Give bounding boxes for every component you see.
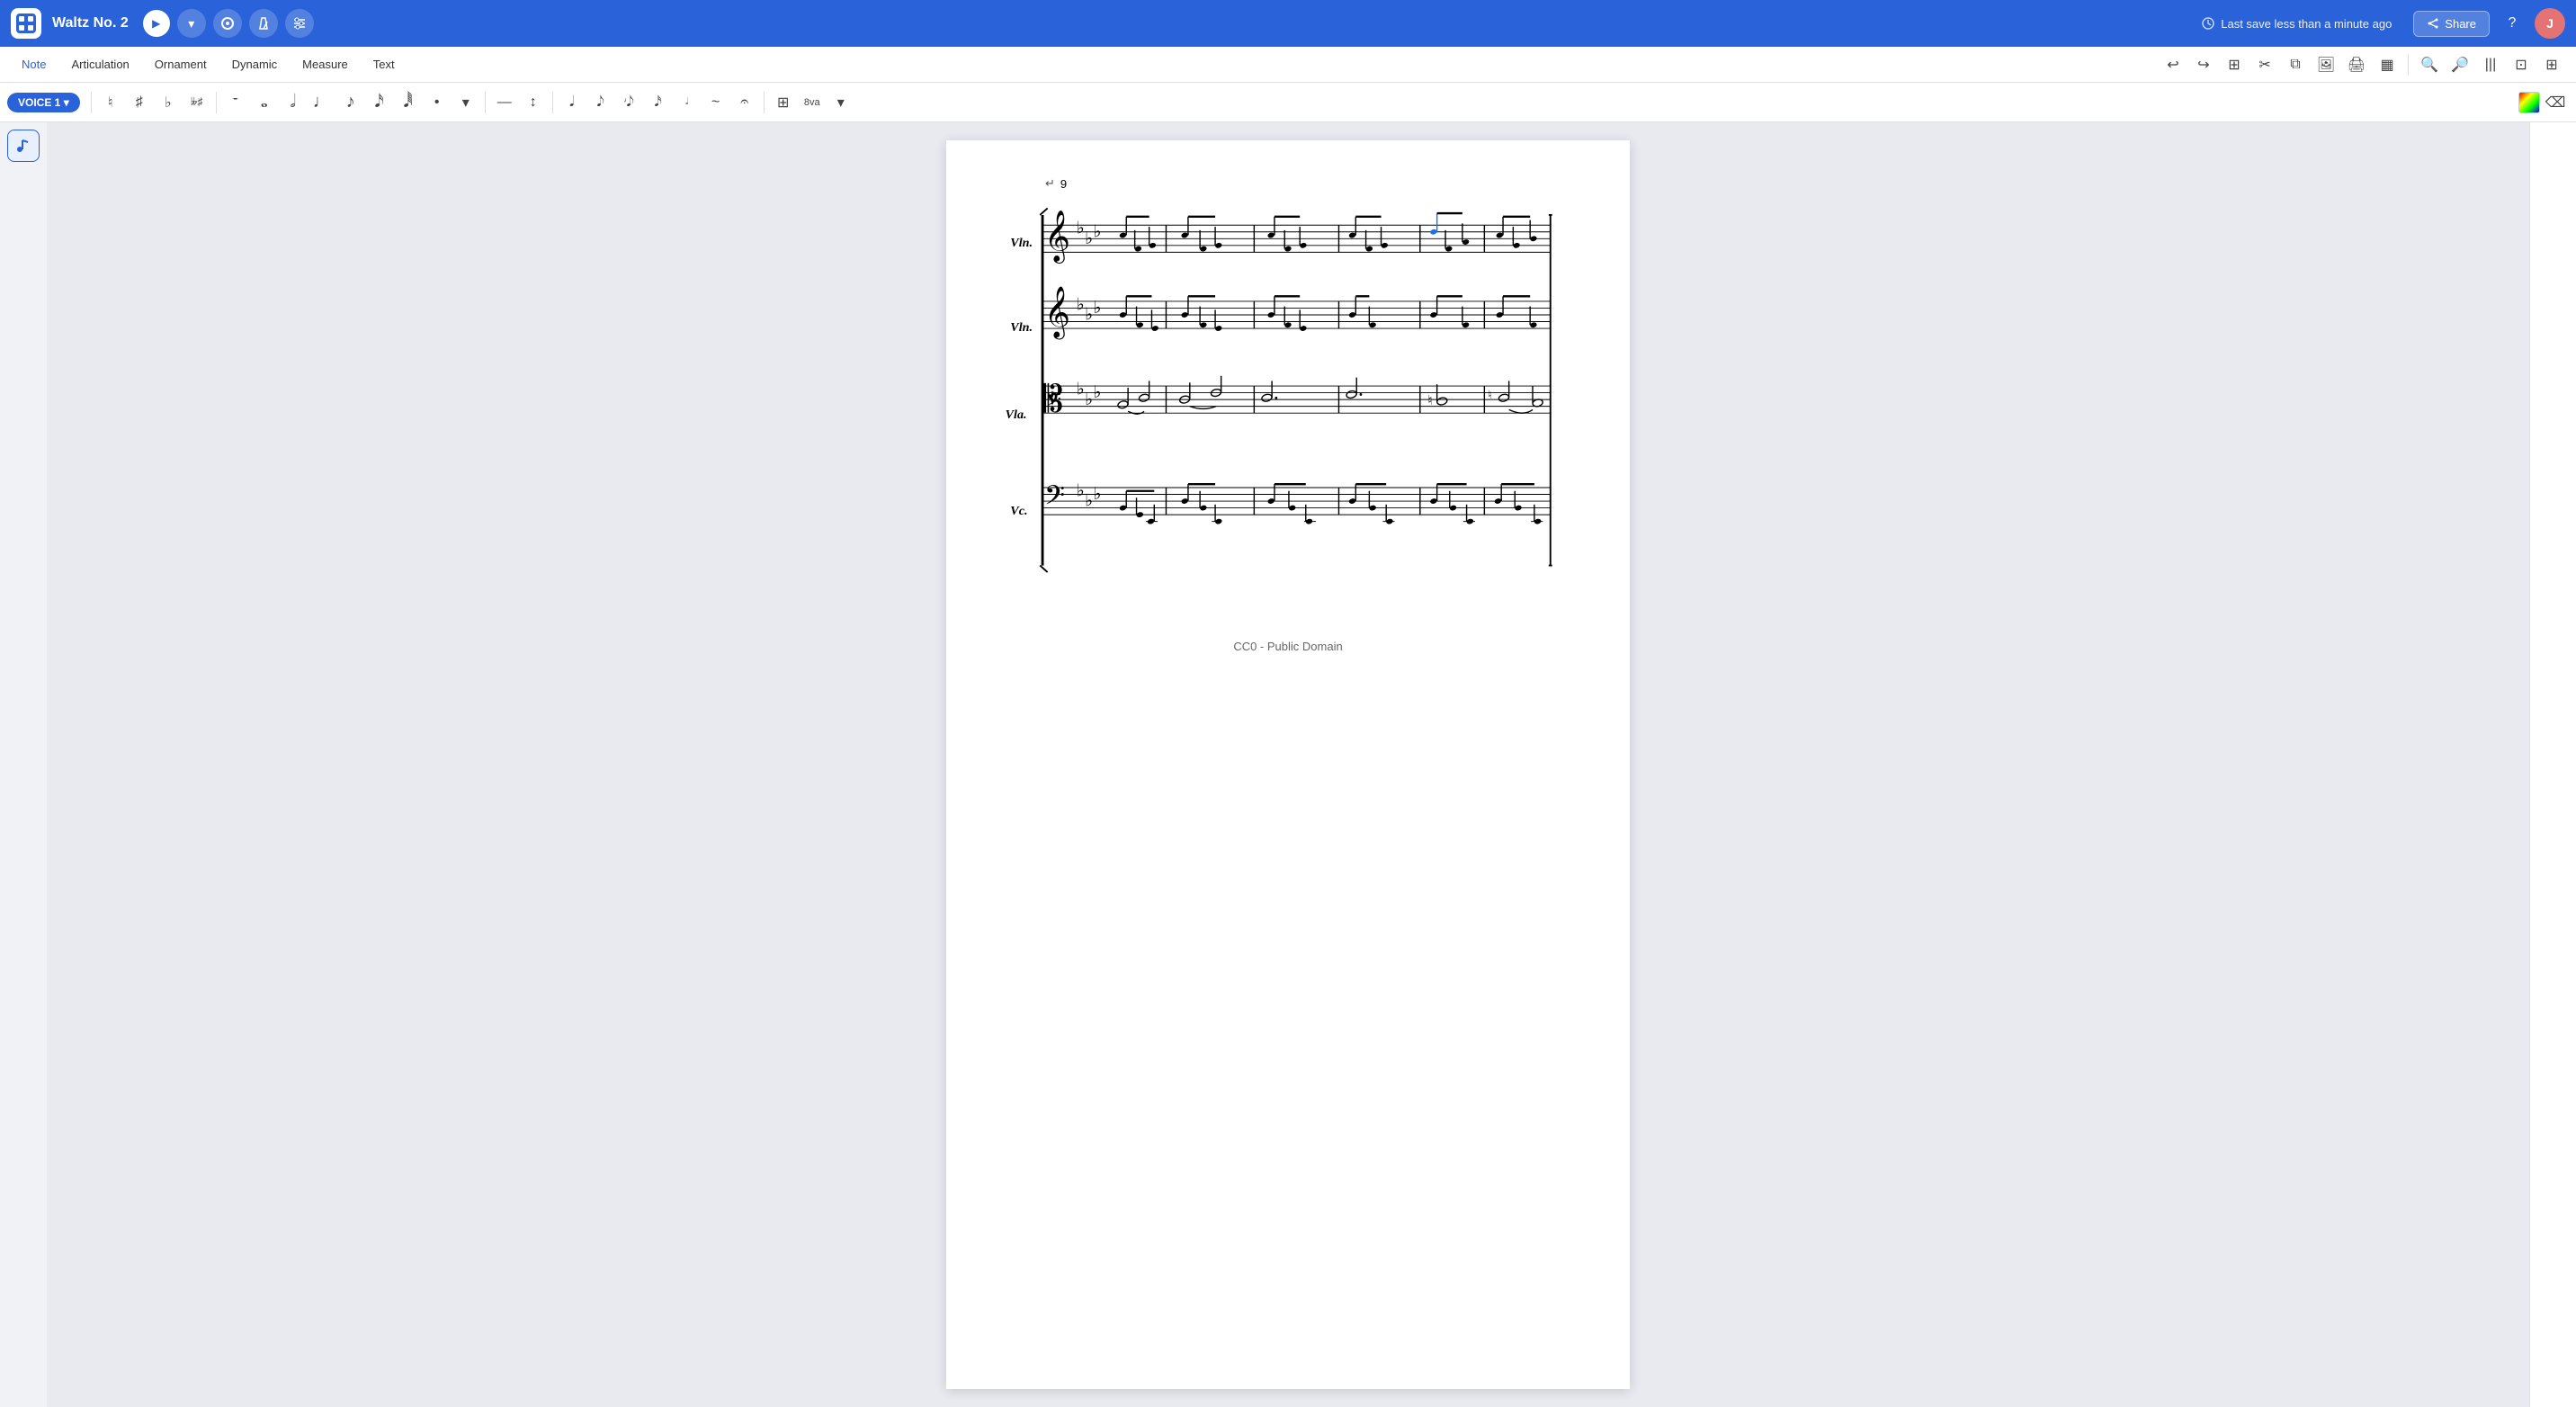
half-note-btn[interactable]: 𝅗𝅥 [280, 89, 307, 116]
bass-clef: 𝄢 [1044, 480, 1065, 516]
svg-text:♭: ♭ [1085, 390, 1093, 409]
menu-measure[interactable]: Measure [291, 52, 359, 76]
right-panel [2529, 122, 2576, 1407]
natural-btn[interactable]: ♮ [97, 89, 124, 116]
table-button[interactable]: ▦ [2374, 51, 2401, 78]
flat-btn[interactable]: ♭ [155, 89, 182, 116]
note-input-btn[interactable] [7, 130, 40, 162]
image-button[interactable]: 🖼 [2312, 51, 2339, 78]
main-content: ↵ 9 Vln. 𝄞 ♭ ♭ ♭ [47, 122, 2529, 1407]
svg-text:♭: ♭ [1085, 229, 1093, 248]
svg-text:♭: ♭ [1077, 481, 1085, 500]
svg-text:♮: ♮ [1488, 388, 1492, 401]
sep2 [216, 92, 217, 113]
thirty-second-note-btn[interactable]: 𝅘𝅥𝅱 [395, 89, 422, 116]
layout-tool-btn[interactable]: ⊞ [770, 89, 797, 116]
measure-number: 9 [1060, 177, 1067, 191]
treble-clef-2: 𝄞 [1044, 287, 1070, 339]
arpeggio-btn[interactable]: 𝆞𝅘𝅥𝅮 [616, 89, 643, 116]
menu-text[interactable]: Text [362, 52, 406, 76]
articulation-mark-btn[interactable]: — [491, 89, 518, 116]
undo-button[interactable]: ↩ [2160, 51, 2187, 78]
vc-label: Vc. [1010, 504, 1027, 518]
quarter-note-btn[interactable]: ♩ [309, 89, 335, 116]
sep4 [552, 92, 553, 113]
scissors-button[interactable]: ✂ [2251, 51, 2278, 78]
copy-button[interactable]: ⧉ [2282, 51, 2309, 78]
whole-note-btn[interactable]: 𝅝 [251, 89, 278, 116]
menu-note[interactable]: Note [11, 52, 57, 76]
svg-text:♭: ♭ [1077, 380, 1085, 399]
svg-text:♮: ♮ [1427, 394, 1432, 408]
svg-text:♭: ♭ [1094, 299, 1102, 318]
zoom-in-button[interactable]: 🔎 [2446, 51, 2473, 78]
layout-button[interactable]: ⊡ [2508, 51, 2535, 78]
user-avatar[interactable]: J [2535, 8, 2565, 39]
document-title[interactable]: Waltz No. 2 [52, 15, 129, 31]
sixteenth-note-btn[interactable]: 𝅘𝅥𝅯 [366, 89, 393, 116]
mixer-button[interactable] [285, 9, 314, 38]
octave-btn[interactable]: 8va [799, 89, 826, 116]
menu-ornament[interactable]: Ornament [144, 52, 218, 76]
treble-clef-1: 𝄞 [1044, 211, 1070, 263]
barlines-button[interactable]: ||| [2477, 51, 2504, 78]
grace-note-btn[interactable]: 𝅗𝅥 [674, 89, 701, 116]
octave-dropdown-btn[interactable]: ▾ [827, 89, 854, 116]
separator [2408, 54, 2409, 76]
copyright-text: CC0 - Public Domain [1000, 640, 1576, 653]
vla-label: Vla. [1006, 408, 1027, 422]
zoom-out-button[interactable]: 🔍 [2416, 51, 2443, 78]
voice-selector[interactable]: VOICE 1 ▾ [7, 93, 80, 112]
metronome-button[interactable] [249, 9, 278, 38]
chord-btn[interactable]: 𝅘𝅥𝅮 [587, 89, 614, 116]
menu-dynamic[interactable]: Dynamic [221, 52, 289, 76]
sep5 [764, 92, 765, 113]
sharp-btn[interactable]: ♯ [126, 89, 153, 116]
key-sig-1: ♭ [1077, 220, 1085, 238]
mordent-btn[interactable]: ~ [702, 89, 729, 116]
share-button[interactable]: Share [2413, 11, 2490, 37]
loop-button[interactable] [213, 9, 242, 38]
sep3 [485, 92, 486, 113]
svg-text:♭: ♭ [1094, 222, 1102, 241]
svg-text:♭: ♭ [1085, 492, 1093, 511]
dropdown-arrow-button[interactable]: ▾ [177, 9, 206, 38]
score-notation[interactable]: Vln. 𝄞 ♭ ♭ ♭ [1000, 200, 1576, 581]
fermata-btn[interactable]: 𝄐 [731, 89, 758, 116]
note-toolbar: VOICE 1 ▾ ♮ ♯ ♭ 𝄫♯ 𝄻 𝅝 𝅗𝅥 ♩ ♪ 𝅘𝅥𝅯 𝅘𝅥𝅱 • … [0, 83, 2576, 122]
whole-rest-btn[interactable]: 𝄻 [222, 89, 249, 116]
vln1-label: Vln. [1010, 236, 1033, 250]
expand-button[interactable]: ⊞ [2221, 51, 2248, 78]
menubar: Note Articulation Ornament Dynamic Measu… [0, 47, 2576, 83]
svg-text:𝄢: 𝄢 [1046, 389, 1061, 415]
dot-dropdown-btn[interactable]: ▾ [452, 89, 479, 116]
save-status: Last save less than a minute ago [2201, 16, 2392, 31]
toolbar-right: ⌫ [2518, 89, 2569, 116]
svg-text:♭: ♭ [1085, 306, 1093, 325]
vln2-label: Vln. [1010, 320, 1033, 335]
eighth-note-btn[interactable]: ♪ [337, 89, 364, 116]
sep1 [91, 92, 92, 113]
redo-button[interactable]: ↪ [2190, 51, 2217, 78]
cursor-btn[interactable]: 𝅘𝅥 [559, 89, 586, 116]
svg-text:♭: ♭ [1094, 383, 1102, 402]
grid-button[interactable]: ⊞ [2538, 51, 2565, 78]
svg-text:♭: ♭ [1077, 295, 1085, 314]
tremolo-btn[interactable]: 𝅘𝅥𝅯 [645, 89, 672, 116]
app-logo-icon [16, 13, 36, 33]
color-picker-button[interactable] [2518, 92, 2540, 113]
app-logo[interactable] [11, 8, 41, 39]
play-button[interactable]: ▶ [143, 10, 170, 37]
topbar: Waltz No. 2 ▶ ▾ Last save less than a mi… [0, 0, 2576, 47]
double-flat-btn[interactable]: 𝄫♯ [183, 89, 210, 116]
help-button[interactable]: ? [2497, 8, 2527, 39]
left-panel [0, 122, 47, 162]
menu-articulation[interactable]: Articulation [60, 52, 139, 76]
dot-btn[interactable]: • [424, 89, 451, 116]
svg-text:♭: ♭ [1094, 485, 1102, 504]
flip-stem-btn[interactable]: ↕ [520, 89, 547, 116]
delete-btn[interactable]: ⌫ [2542, 89, 2569, 116]
score-page: ↵ 9 Vln. 𝄞 ♭ ♭ ♭ [946, 140, 1630, 1389]
print-button[interactable]: 🖨 [2343, 51, 2370, 78]
